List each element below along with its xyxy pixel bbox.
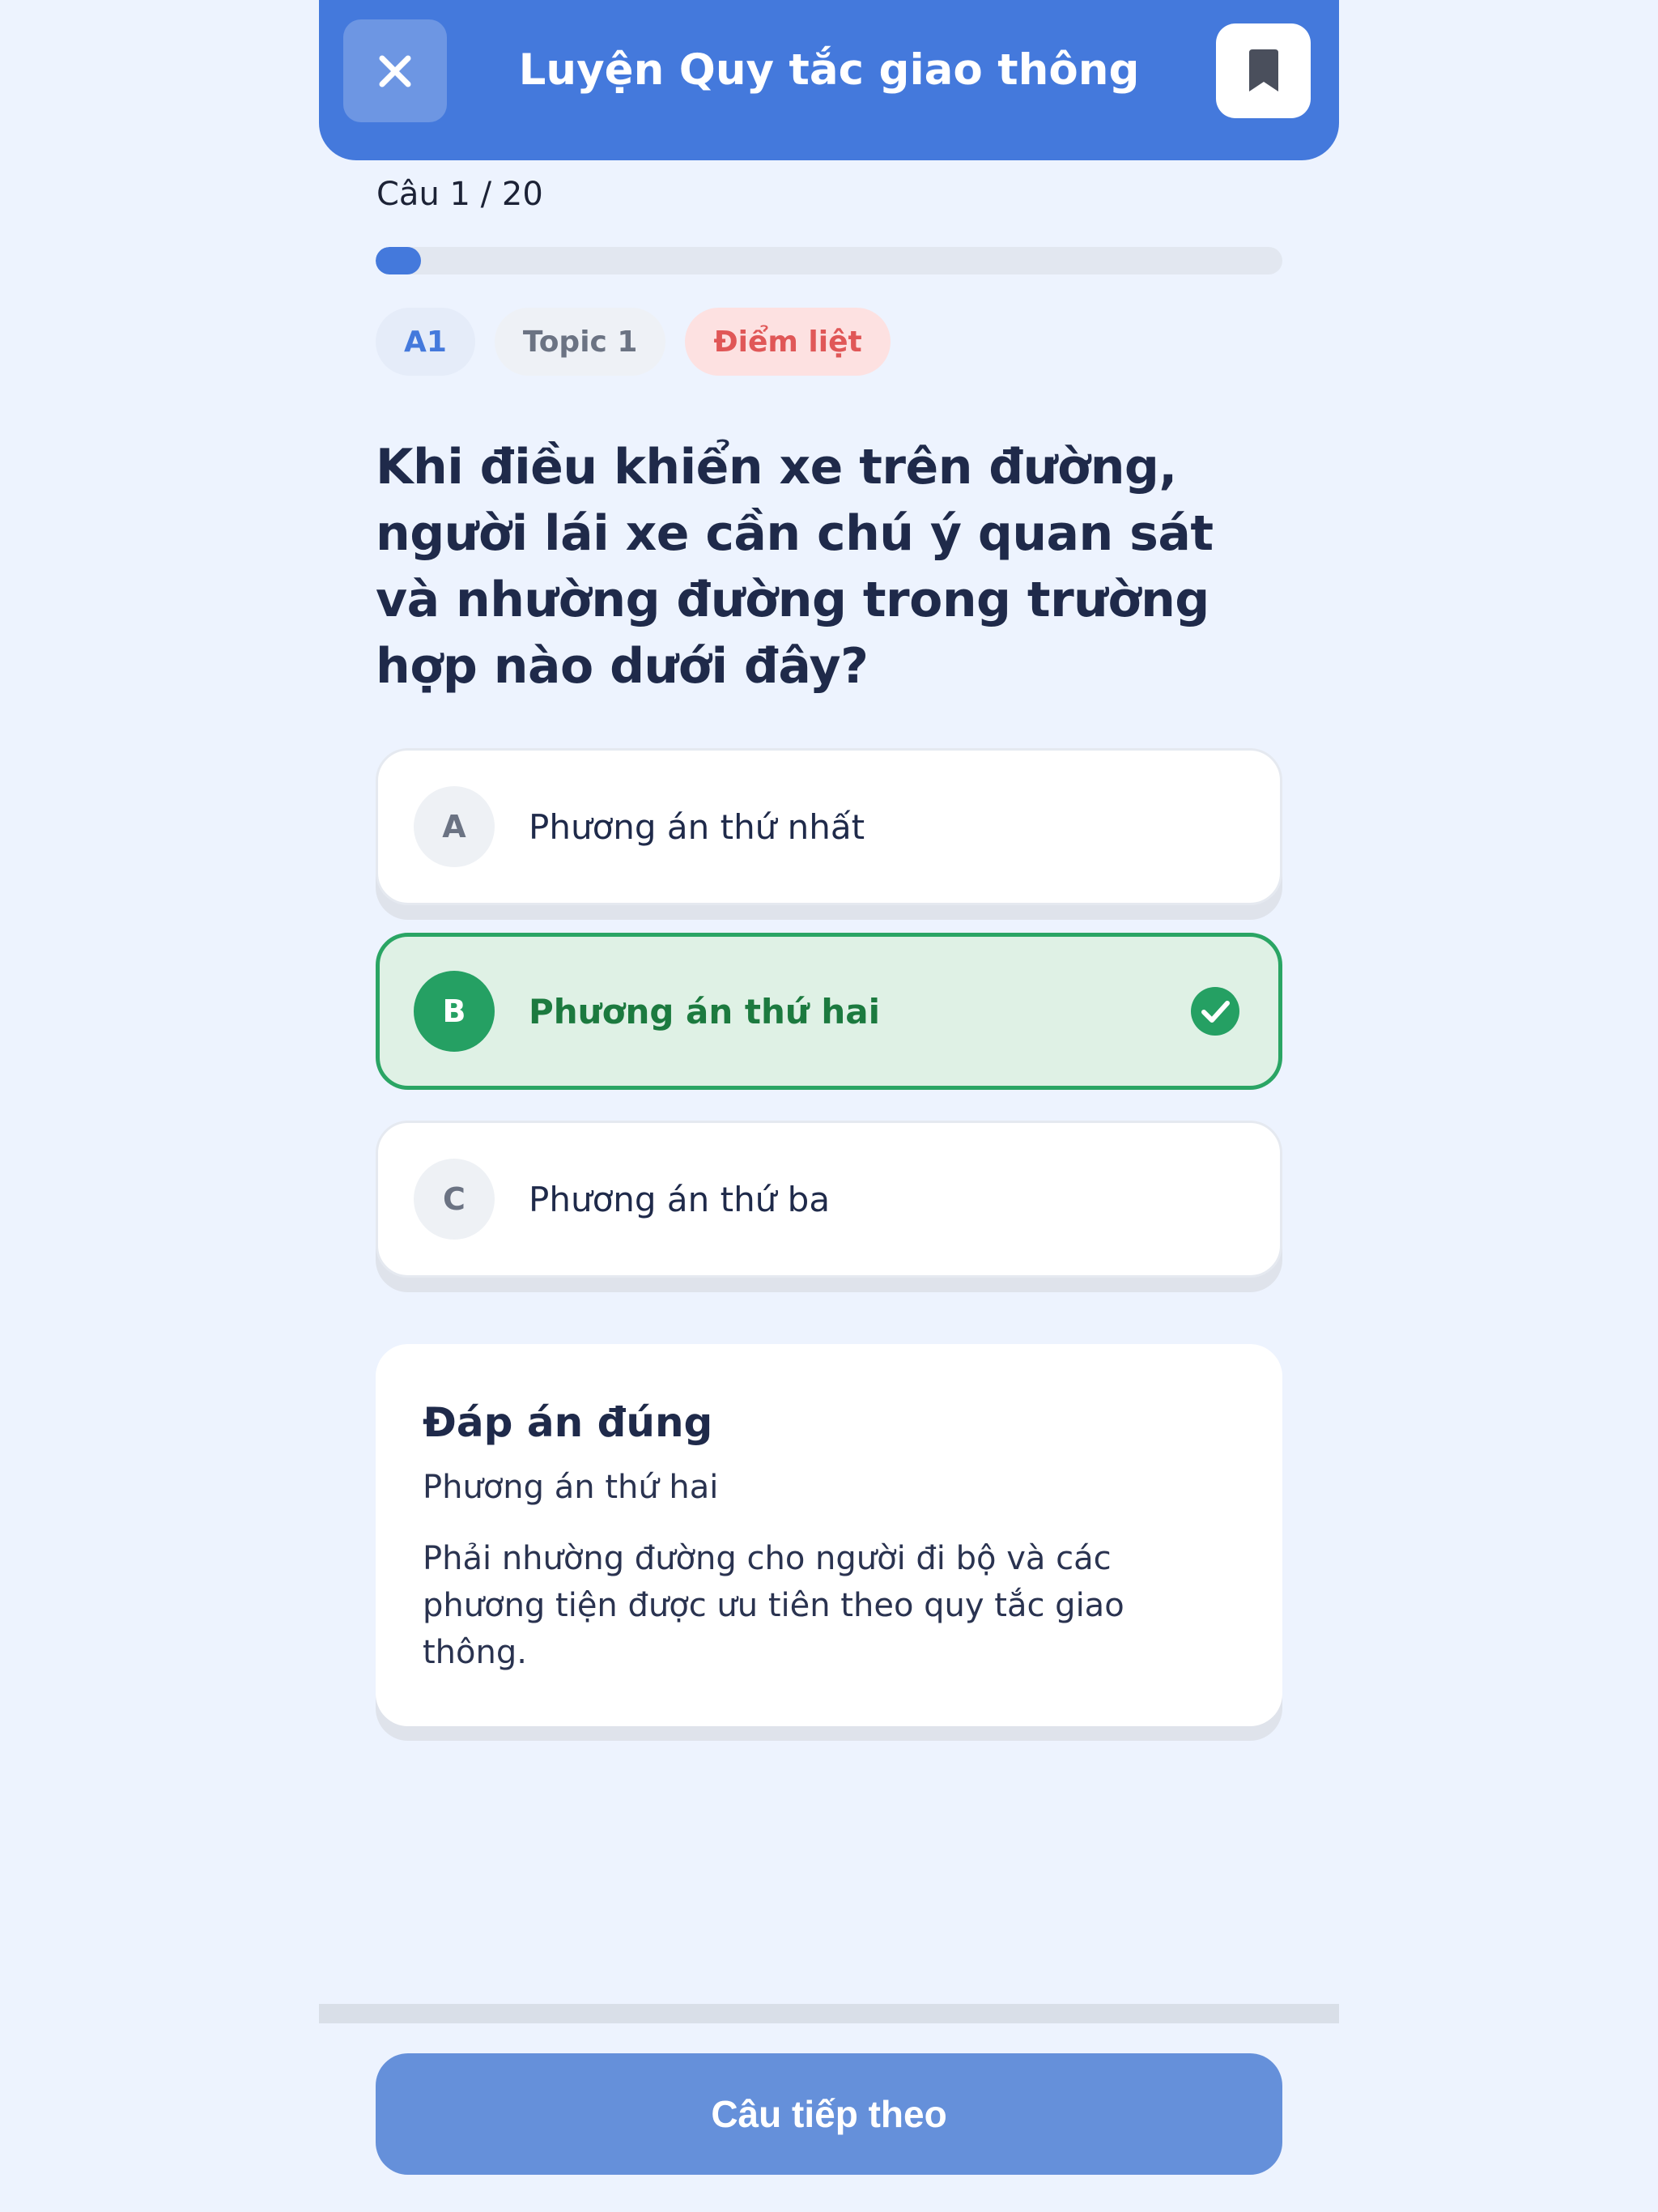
answer-card: Đáp án đúng Phương án thứ hai Phải nhườn… bbox=[376, 1344, 1282, 1726]
next-question-button[interactable]: Câu tiếp theo bbox=[376, 2053, 1282, 2175]
option-a[interactable]: A Phương án thứ nhất bbox=[376, 748, 1282, 905]
answer-heading: Đáp án đúng bbox=[423, 1399, 713, 1446]
option-b[interactable]: B Phương án thứ hai bbox=[376, 933, 1282, 1090]
option-text: Phương án thứ nhất bbox=[529, 806, 865, 847]
progress-fill bbox=[376, 247, 421, 274]
option-text: Phương án thứ ba bbox=[529, 1179, 831, 1219]
level-tag: A1 bbox=[376, 308, 475, 376]
answer-explanation: Phải nhường đường cho người đi bộ và các… bbox=[423, 1540, 1124, 1671]
option-letter: C bbox=[414, 1159, 495, 1240]
tag-list: A1 Topic 1 Điểm liệt bbox=[376, 308, 891, 376]
question-text: Khi điều khiển xe trên đường, người lái … bbox=[376, 439, 1214, 695]
option-c[interactable]: C Phương án thứ ba bbox=[376, 1121, 1282, 1278]
topic-tag: Topic 1 bbox=[494, 308, 666, 376]
question-counter: Câu 1 / 20 bbox=[376, 176, 543, 213]
option-letter: B bbox=[414, 971, 495, 1052]
bookmark-icon bbox=[1248, 49, 1278, 91]
close-icon bbox=[379, 55, 411, 87]
option-text: Phương án thứ hai bbox=[529, 991, 881, 1032]
correct-answer: Phương án thứ hai bbox=[423, 1469, 719, 1506]
bookmark-button[interactable] bbox=[1216, 23, 1311, 118]
footer-divider bbox=[319, 2004, 1339, 2023]
check-circle-icon bbox=[1191, 987, 1239, 1036]
quiz-screen: Luyện Quy tắc giao thông Câu 1 / 20 A1 T… bbox=[319, 0, 1339, 2212]
close-button[interactable] bbox=[343, 19, 447, 122]
header-bar: Luyện Quy tắc giao thông bbox=[319, 0, 1339, 160]
option-letter: A bbox=[414, 786, 495, 867]
critical-tag: Điểm liệt bbox=[685, 308, 891, 376]
page-title: Luyện Quy tắc giao thông bbox=[518, 45, 1140, 95]
progress-bar bbox=[376, 247, 1282, 274]
